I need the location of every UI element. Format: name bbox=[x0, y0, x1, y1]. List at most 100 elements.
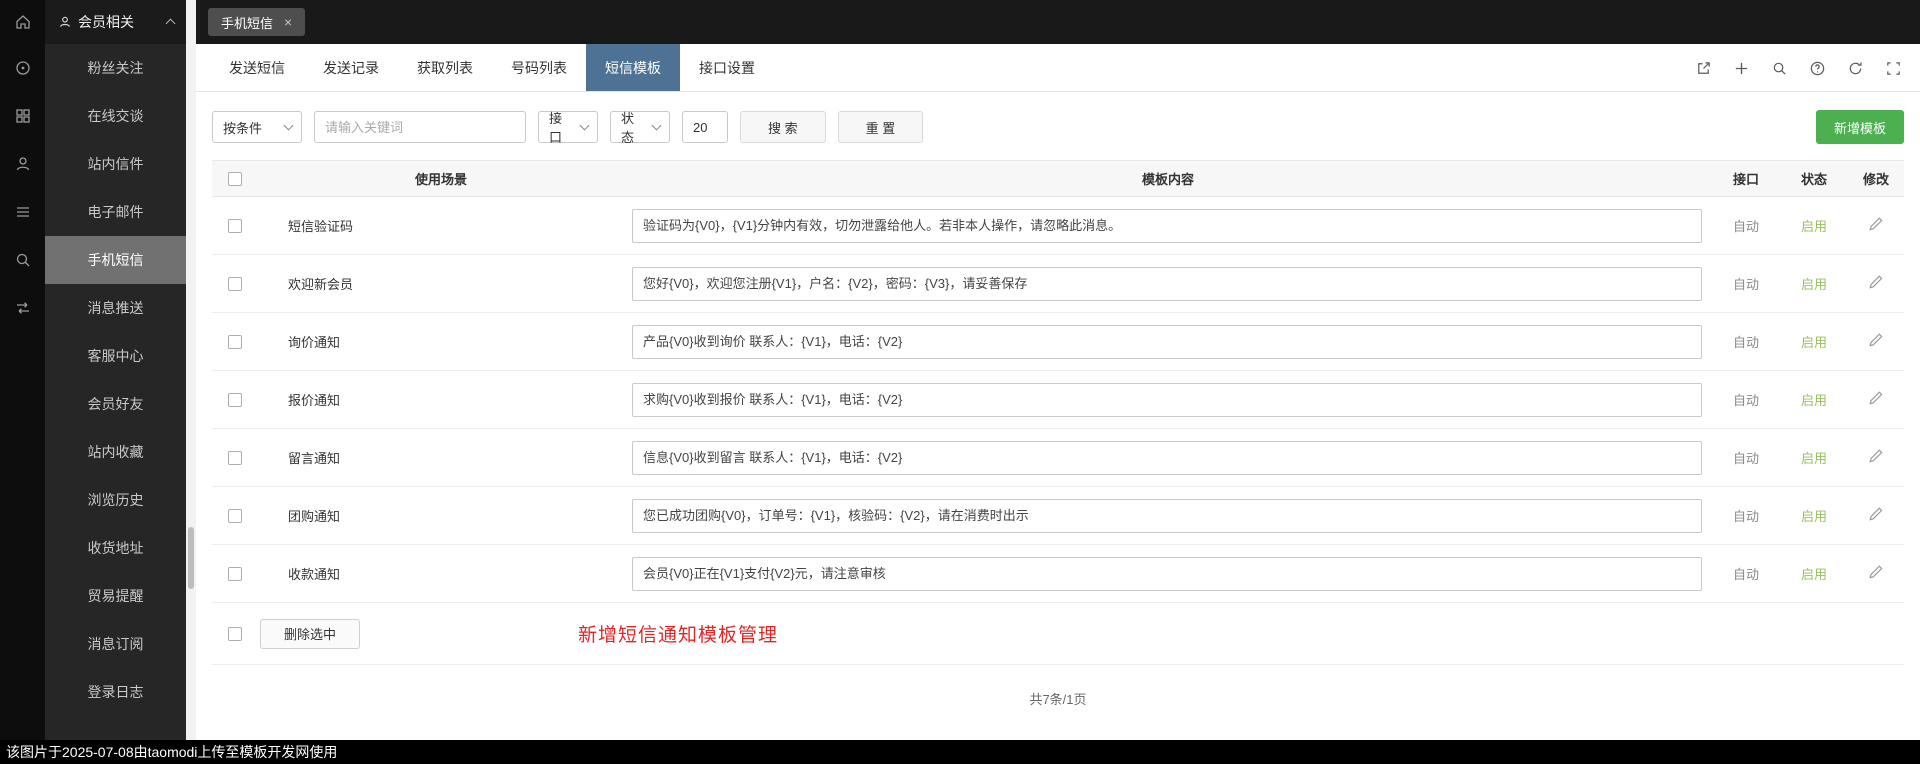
refresh-icon[interactable] bbox=[1847, 60, 1864, 77]
scene-label: 询价通知 bbox=[288, 335, 341, 350]
scene-label: 短信验证码 bbox=[288, 219, 354, 234]
menu-icon[interactable] bbox=[0, 188, 45, 236]
template-content-input[interactable]: 求购{V0}收到报价 联系人：{V1}，电话：{V2} bbox=[632, 382, 1702, 417]
sidebar-item-label: 客服中心 bbox=[87, 348, 144, 364]
sidebar-item-label: 手机短信 bbox=[87, 252, 144, 268]
nav-tab-label: 获取列表 bbox=[417, 60, 473, 76]
sidebar-item[interactable]: 手机短信 bbox=[45, 236, 186, 284]
window-tab-sms[interactable]: 手机短信 × bbox=[208, 8, 306, 36]
template-content-input[interactable]: 您好{V0}，欢迎您注册{V1}，户名：{V2}，密码：{V3}，请妥善保存 bbox=[632, 266, 1702, 301]
nav-tab[interactable]: 发送短信 bbox=[210, 44, 304, 91]
sidebar-item[interactable]: 站内收藏 bbox=[45, 428, 186, 476]
chevron-down-icon bbox=[283, 120, 294, 131]
nav-tab-bar: 发送短信 发送记录 获取列表 号码列表 短信模板 接口设置 bbox=[196, 44, 1920, 92]
sidebar: 会员相关 粉丝关注 在线交谈 站内信件 电子邮件 手机短信 消息推送 客服中心 … bbox=[45, 0, 186, 764]
template-content-input[interactable]: 会员{V0}正在{V1}支付{V2}元，请注意审核 bbox=[632, 556, 1702, 591]
nav-tab-label: 号码列表 bbox=[511, 60, 567, 76]
row-checkbox[interactable] bbox=[228, 334, 242, 349]
table-row: 留言通知 信息{V0}收到留言 联系人：{V1}，电话：{V2} 自动 启用 bbox=[212, 429, 1904, 487]
sidebar-item-label: 收货地址 bbox=[87, 540, 144, 556]
sidebar-group-member[interactable]: 会员相关 bbox=[45, 0, 186, 44]
user-icon[interactable] bbox=[0, 140, 45, 188]
row-checkbox[interactable] bbox=[228, 218, 242, 233]
home-icon[interactable] bbox=[0, 0, 45, 44]
fullscreen-icon[interactable] bbox=[1885, 60, 1902, 77]
nav-tab-label: 短信模板 bbox=[605, 60, 661, 76]
search-button[interactable]: 搜 索 bbox=[740, 111, 826, 143]
scene-label: 团购通知 bbox=[288, 509, 341, 524]
sidebar-item[interactable]: 会员好友 bbox=[45, 380, 186, 428]
status-select[interactable]: 状态 bbox=[610, 111, 670, 145]
table-row: 短信验证码 验证码为{V0}，{V1}分钟内有效，切勿泄露给他人。若非本人操作，… bbox=[212, 197, 1904, 255]
edit-pencil-icon[interactable] bbox=[1867, 563, 1885, 581]
row-checkbox[interactable] bbox=[228, 450, 242, 465]
delete-selected-button[interactable]: 删除选中 bbox=[260, 618, 361, 649]
swap-icon[interactable] bbox=[0, 284, 45, 332]
nav-tab[interactable]: 获取列表 bbox=[398, 44, 492, 91]
edit-pencil-icon[interactable] bbox=[1867, 389, 1885, 407]
grid-icon[interactable] bbox=[0, 92, 45, 140]
watermark-bar: 该图片于2025-07-08由taomodi上传至模板开发网使用 bbox=[0, 740, 1920, 764]
nav-tab-label: 接口设置 bbox=[699, 60, 755, 76]
sidebar-item-label: 会员好友 bbox=[87, 396, 144, 412]
sidebar-item[interactable]: 粉丝关注 bbox=[45, 44, 186, 92]
edit-pencil-icon[interactable] bbox=[1867, 331, 1885, 349]
template-content-input[interactable]: 信息{V0}收到留言 联系人：{V1}，电话：{V2} bbox=[632, 440, 1702, 475]
sidebar-item[interactable]: 浏览历史 bbox=[45, 476, 186, 524]
search-icon[interactable] bbox=[1771, 60, 1788, 77]
close-icon[interactable]: × bbox=[284, 14, 292, 30]
sidebar-item-label: 消息订阅 bbox=[87, 636, 144, 652]
sidebar-item[interactable]: 消息订阅 bbox=[45, 620, 186, 668]
sidebar-item[interactable]: 贸易提醒 bbox=[45, 572, 186, 620]
sidebar-item[interactable]: 电子邮件 bbox=[45, 188, 186, 236]
interface-select-value: 接口 bbox=[549, 111, 563, 145]
edit-pencil-icon[interactable] bbox=[1867, 215, 1885, 233]
sidebar-item[interactable]: 登录日志 bbox=[45, 668, 186, 716]
edit-pencil-icon[interactable] bbox=[1867, 273, 1885, 291]
row-checkbox[interactable] bbox=[228, 508, 242, 523]
page-size-input[interactable] bbox=[682, 111, 728, 143]
sidebar-item[interactable]: 客服中心 bbox=[45, 332, 186, 380]
icon-rail bbox=[0, 0, 45, 764]
chevron-down-icon bbox=[579, 120, 590, 131]
table-row: 收款通知 会员{V0}正在{V1}支付{V2}元，请注意审核 自动 启用 bbox=[212, 545, 1904, 603]
help-icon[interactable] bbox=[1809, 60, 1826, 77]
edit-pencil-icon[interactable] bbox=[1867, 505, 1885, 523]
template-content-input[interactable]: 产品{V0}收到询价 联系人：{V1}，电话：{V2} bbox=[632, 324, 1702, 359]
nav-tab-label: 发送短信 bbox=[229, 60, 285, 76]
nav-tab[interactable]: 短信模板 bbox=[586, 44, 680, 91]
header-status: 状态 bbox=[1800, 172, 1827, 187]
template-content-input[interactable]: 您已成功团购{V0}，订单号：{V1}，核验码：{V2}，请在消费时出示 bbox=[632, 498, 1702, 533]
target-icon[interactable] bbox=[0, 44, 45, 92]
sidebar-item[interactable]: 在线交谈 bbox=[45, 92, 186, 140]
edit-pencil-icon[interactable] bbox=[1867, 447, 1885, 465]
export-icon[interactable] bbox=[1695, 60, 1712, 77]
nav-tab[interactable]: 接口设置 bbox=[680, 44, 774, 91]
sidebar-item-label: 贸易提醒 bbox=[87, 588, 144, 604]
sidebar-item-label: 站内信件 bbox=[87, 156, 144, 172]
row-checkbox[interactable] bbox=[228, 392, 242, 407]
nav-tab[interactable]: 发送记录 bbox=[304, 44, 398, 91]
scrollbar-thumb[interactable] bbox=[188, 527, 194, 589]
row-checkbox[interactable] bbox=[228, 276, 242, 291]
select-all-checkbox[interactable] bbox=[228, 171, 242, 186]
keyword-input[interactable] bbox=[314, 111, 526, 143]
status-value: 启用 bbox=[1800, 277, 1827, 292]
sidebar-item[interactable]: 站内信件 bbox=[45, 140, 186, 188]
template-content-input[interactable]: 验证码为{V0}，{V1}分钟内有效，切勿泄露给他人。若非本人操作，请忽略此消息… bbox=[632, 208, 1702, 243]
reset-button[interactable]: 重 置 bbox=[837, 111, 924, 143]
add-template-button[interactable]: 新增模板 bbox=[1815, 110, 1904, 144]
condition-select[interactable]: 按条件 bbox=[212, 111, 302, 143]
sidebar-item[interactable]: 消息推送 bbox=[45, 284, 186, 332]
nav-tab[interactable]: 号码列表 bbox=[492, 44, 586, 91]
interface-select[interactable]: 接口 bbox=[538, 111, 598, 145]
footer-checkbox[interactable] bbox=[228, 626, 242, 641]
search-icon[interactable] bbox=[0, 236, 45, 284]
sidebar-item[interactable]: 收货地址 bbox=[45, 524, 186, 572]
row-checkbox[interactable] bbox=[228, 566, 242, 581]
interface-value: 自动 bbox=[1732, 393, 1759, 408]
plus-icon[interactable] bbox=[1733, 60, 1750, 77]
interface-value: 自动 bbox=[1732, 219, 1759, 234]
sidebar-scrollbar[interactable] bbox=[186, 0, 196, 764]
table-header-row: 使用场景 模板内容 接口 状态 修改 bbox=[212, 161, 1904, 197]
